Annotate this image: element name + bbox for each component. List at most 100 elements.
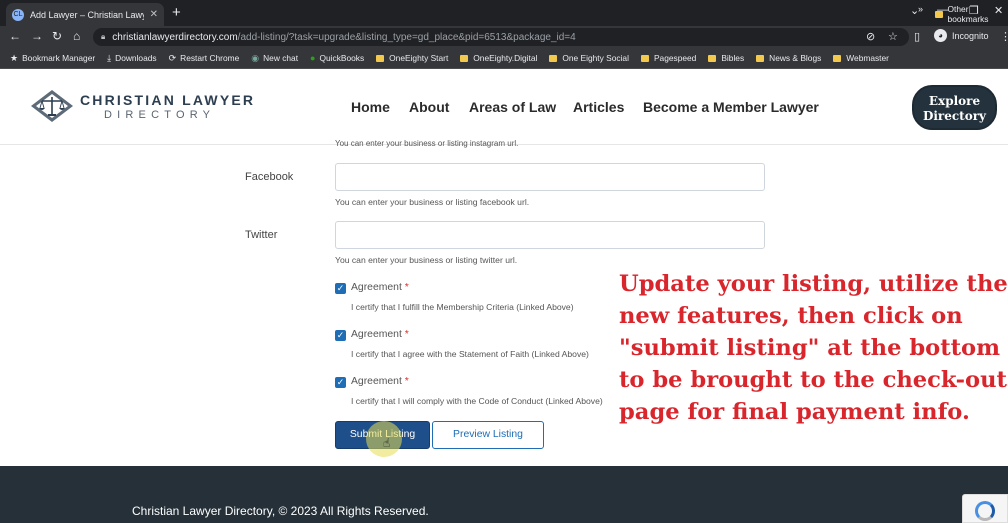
overlay-line: to be brought to the check-out (619, 367, 1007, 393)
star-icon: ★ (10, 52, 19, 63)
nav-home[interactable]: Home (351, 99, 390, 115)
bookmark-label: Bibles (721, 53, 745, 63)
required-marker: * (404, 282, 409, 293)
reload-icon[interactable]: ↻ (52, 29, 62, 43)
forward-icon[interactable]: → (31, 29, 43, 43)
overlay-line: Update your listing, utilize the (619, 271, 1008, 297)
agreement-checkbox[interactable]: ✓ (335, 283, 346, 294)
pointer-cursor-icon: ☝︎ (383, 436, 391, 450)
footer-copyright: Christian Lawyer Directory, © 2023 All R… (132, 504, 429, 518)
bookmark-item[interactable]: ⤓ Downloads (107, 53, 156, 64)
site-footer: Christian Lawyer Directory, © 2023 All R… (0, 466, 1008, 523)
site-favicon-icon: CL (12, 8, 24, 21)
bookmark-item[interactable]: Webmaster (833, 53, 889, 63)
bookmark-item[interactable]: Pagespeed (640, 53, 696, 63)
nav-about[interactable]: About (409, 99, 449, 115)
bookmark-item[interactable]: OneEighty Start (376, 53, 448, 63)
agreement-label: Agreement * (351, 329, 409, 340)
required-marker: * (404, 329, 409, 340)
agreement-label-text: Agreement (351, 282, 402, 293)
bookmark-item[interactable]: OneEighty.Digital (460, 53, 537, 63)
quickbooks-icon: ● (310, 53, 316, 63)
site-logo[interactable]: CHRISTIAN LAWYER DIRECTORY (30, 89, 255, 123)
bookmark-item[interactable]: ● QuickBooks (310, 53, 364, 63)
bookmark-item[interactable]: News & Blogs (756, 53, 821, 63)
agreement-checkbox[interactable]: ✓ (335, 330, 346, 341)
folder-icon (833, 54, 842, 62)
bookmark-label: OneEighty.Digital (473, 53, 538, 63)
recaptcha-badge[interactable] (962, 494, 1008, 523)
nav-become-member[interactable]: Become a Member Lawyer (643, 99, 819, 115)
facebook-input[interactable] (335, 163, 765, 191)
bookmark-label: OneEighty Start (389, 53, 449, 63)
bookmark-item[interactable]: ⟳ Restart Chrome (169, 53, 240, 64)
bookmark-item[interactable]: One Eighty Social (549, 53, 629, 63)
logo-title: CHRISTIAN LAWYER (80, 91, 256, 108)
folder-icon (756, 54, 765, 62)
twitter-label: Twitter (245, 229, 278, 241)
folder-icon (376, 54, 385, 62)
close-tab-icon[interactable]: ✕ (150, 9, 158, 20)
folder-icon (549, 54, 558, 62)
address-bar-row: ← → ↻ ⌂ 🔒︎ christianlawyerdirectory.com /… (0, 26, 1008, 48)
incognito-label: Incognito (952, 30, 989, 41)
bookmarks-overflow-button[interactable]: » (918, 4, 923, 14)
bookmark-label: QuickBooks (319, 53, 365, 63)
agreement-text: I certify that I agree with the Statemen… (351, 349, 589, 359)
preview-listing-button[interactable]: Preview Listing (432, 421, 544, 449)
agreement-label-text: Agreement (351, 329, 402, 340)
browser-tab-bar: CL Add Lawyer – Christian Lawyer D ✕ + ⌄… (0, 0, 1008, 26)
overlay-line: "submit listing" at the bottom (619, 335, 1001, 361)
chat-icon: ◉ (251, 52, 260, 63)
tracking-protection-icon[interactable]: ⊘ (866, 30, 875, 43)
back-icon[interactable]: ← (9, 29, 21, 43)
agreement-checkbox[interactable]: ✓ (335, 377, 346, 388)
overlay-line: new features, then click on (619, 303, 963, 329)
bookmark-label: News & Blogs (769, 53, 822, 63)
instagram-help-text: You can enter your business or listing i… (335, 139, 519, 148)
bookmark-label: One Eighty Social (562, 53, 629, 63)
bookmark-item[interactable]: ★ Bookmark Manager (10, 53, 95, 64)
lock-icon[interactable]: 🔒︎ (101, 32, 105, 42)
menu-icon[interactable]: ⋮ (1000, 30, 1008, 43)
required-marker: * (404, 376, 409, 387)
nav-articles[interactable]: Articles (573, 99, 624, 115)
incognito-indicator[interactable]: ◕ Incognito (934, 29, 989, 42)
tab-title: Add Lawyer – Christian Lawyer D (30, 9, 144, 20)
bookmark-item[interactable]: Bibles (708, 53, 744, 63)
site-header: CHRISTIAN LAWYER DIRECTORY Home About Ar… (0, 69, 1008, 145)
download-icon: ⤓ (107, 52, 112, 63)
agreement-text: I certify that I fulfill the Membership … (351, 302, 574, 312)
home-icon[interactable]: ⌂ (73, 29, 80, 43)
logo-subtitle: DIRECTORY (104, 108, 216, 121)
url-path: /add-listing/?task=upgrade&listing_type=… (237, 31, 576, 43)
new-tab-icon[interactable]: + (172, 4, 181, 21)
twitter-input[interactable] (335, 221, 765, 249)
bookmark-label: Restart Chrome (180, 53, 240, 63)
folder-icon (640, 54, 649, 62)
browser-tab[interactable]: CL Add Lawyer – Christian Lawyer D ✕ (6, 3, 164, 26)
facebook-help-text: You can enter your business or listing f… (335, 197, 530, 207)
agreement-label-text: Agreement (351, 376, 402, 387)
other-bookmarks[interactable]: Other bookmarks (935, 4, 1008, 24)
folder-icon (935, 10, 943, 18)
agreement-label: Agreement * (351, 282, 409, 293)
agreement-label: Agreement * (351, 376, 409, 387)
restart-icon: ⟳ (168, 52, 177, 63)
bookmark-label: New chat (263, 53, 299, 63)
agreement-text: I certify that I will comply with the Co… (351, 396, 603, 406)
nav-areas-of-law[interactable]: Areas of Law (469, 99, 556, 115)
explore-label-line1: Explore (928, 94, 981, 108)
incognito-icon: ◕ (934, 29, 947, 42)
explore-label-line2: Directory (922, 109, 987, 123)
url-host: christianlawyerdirectory.com (112, 31, 238, 43)
bookmark-label: Downloads (115, 53, 157, 63)
recaptcha-icon (975, 501, 995, 521)
bookmark-star-icon[interactable]: ☆ (888, 30, 898, 43)
scales-of-justice-icon (31, 90, 73, 122)
folder-icon (460, 54, 469, 62)
url-input[interactable]: 🔒︎ christianlawyerdirectory.com/add-list… (93, 28, 909, 46)
side-panel-icon[interactable]: ▯ (914, 30, 920, 43)
bookmark-item[interactable]: ◉ New chat (251, 53, 298, 64)
explore-directory-button[interactable]: Explore Directory (912, 85, 997, 130)
